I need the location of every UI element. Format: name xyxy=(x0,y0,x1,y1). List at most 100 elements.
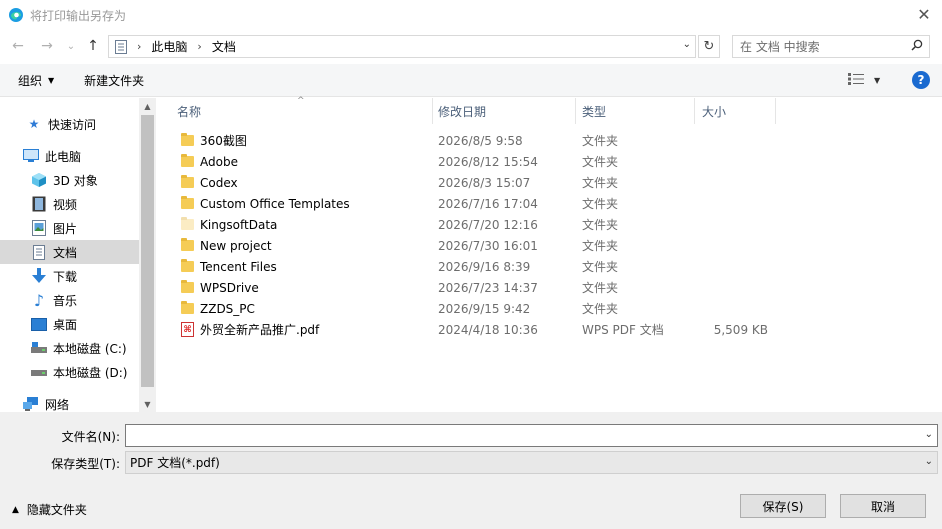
forward-button[interactable]: → xyxy=(38,36,56,56)
column-divider[interactable] xyxy=(432,98,433,124)
desktop-icon xyxy=(31,316,47,332)
sidebar-item-drive-d[interactable]: 本地磁盘 (D:) xyxy=(0,360,139,384)
file-row[interactable]: 360截图 2026/8/5 9:58 文件夹 xyxy=(157,130,942,151)
sidebar-item-videos[interactable]: 视频 xyxy=(0,192,139,216)
sidebar-item-label: 文档 xyxy=(53,245,78,260)
hide-folders-label: 隐藏文件夹 xyxy=(26,503,87,517)
column-divider[interactable] xyxy=(575,98,576,124)
sidebar-item-downloads[interactable]: 下载 xyxy=(0,264,139,288)
music-icon: ♪ xyxy=(33,290,45,310)
breadcrumb-separator-icon: › xyxy=(137,40,142,53)
column-divider[interactable] xyxy=(775,98,776,124)
sidebar-item-documents[interactable]: 文档 xyxy=(0,240,139,264)
file-name-cell: 360截图 xyxy=(181,130,247,151)
filetype-value: PDF 文档(*.pdf) xyxy=(130,456,220,470)
file-row[interactable]: WPSDrive 2026/7/23 14:37 文件夹 xyxy=(157,277,942,298)
computer-icon xyxy=(23,148,39,164)
filetype-select[interactable]: PDF 文档(*.pdf) ⌄ xyxy=(125,451,938,474)
sidebar-item-label: 此电脑 xyxy=(45,149,82,164)
sidebar-item-label: 网络 xyxy=(45,397,70,412)
scrollbar-thumb[interactable] xyxy=(141,115,154,387)
filename-combobox[interactable]: ⌄ xyxy=(125,424,938,447)
file-name-cell: Tencent Files xyxy=(181,256,277,277)
breadcrumb-this-pc[interactable]: 此电脑 xyxy=(151,38,187,55)
file-name: 360截图 xyxy=(200,134,247,148)
hide-folders-button[interactable]: ▲ 隐藏文件夹 xyxy=(12,501,87,518)
file-name: Tencent Files xyxy=(200,259,277,274)
scroll-down-icon[interactable]: ▼ xyxy=(139,396,156,412)
file-date: 2024/4/18 10:36 xyxy=(438,322,538,337)
column-divider[interactable] xyxy=(694,98,695,124)
command-toolbar: 组织 ▼ 新建文件夹 ▼ ? xyxy=(0,64,942,97)
file-row[interactable]: ZZDS_PC 2026/9/15 9:42 文件夹 xyxy=(157,298,942,319)
file-name: KingsoftData xyxy=(200,217,278,232)
sidebar-item-label: 本地磁盘 (C:) xyxy=(53,341,127,356)
file-row[interactable]: KingsoftData 2026/7/20 12:16 文件夹 xyxy=(157,214,942,235)
file-type: WPS PDF 文档 xyxy=(582,323,664,337)
caret-down-icon: ▼ xyxy=(48,75,55,85)
chevron-up-icon: ▲ xyxy=(12,504,19,515)
close-icon: ✕ xyxy=(917,4,931,24)
search-box[interactable]: 在 文档 中搜索 xyxy=(732,35,930,58)
close-button[interactable]: ✕ xyxy=(910,2,938,26)
change-view-button[interactable]: ▼ xyxy=(848,73,880,88)
sidebar-item-desktop[interactable]: 桌面 xyxy=(0,312,139,336)
file-row[interactable]: Custom Office Templates 2026/7/16 17:04 文件… xyxy=(157,193,942,214)
folder-icon xyxy=(181,259,194,272)
file-date: 2026/9/15 9:42 xyxy=(438,301,531,316)
file-row[interactable]: ⌘ 外贸全新产品推广.pdf 2024/4/18 10:36 WPS PDF 文档 5,… xyxy=(157,319,942,340)
breadcrumb-separator-icon: › xyxy=(197,40,202,53)
address-dropdown-icon[interactable]: ⌄ xyxy=(683,39,691,50)
scroll-up-icon[interactable]: ▲ xyxy=(139,98,156,114)
file-name-cell: ZZDS_PC xyxy=(181,298,255,319)
sidebar-item-this-pc[interactable]: 此电脑 xyxy=(0,144,139,168)
file-size xyxy=(677,172,768,193)
up-button[interactable]: ↑ xyxy=(84,36,102,56)
file-row[interactable]: Adobe 2026/8/12 15:54 文件夹 xyxy=(157,151,942,172)
folder-icon xyxy=(181,133,194,146)
refresh-button[interactable]: ↻ xyxy=(698,35,720,58)
help-button[interactable]: ? xyxy=(912,71,930,89)
folder-icon xyxy=(181,217,194,230)
sidebar-scrollbar[interactable]: ▲ ▼ xyxy=(139,98,156,412)
file-row[interactable]: New project 2026/7/30 16:01 文件夹 xyxy=(157,235,942,256)
file-row[interactable]: Codex 2026/8/3 15:07 文件夹 xyxy=(157,172,942,193)
breadcrumb-documents[interactable]: 文档 xyxy=(212,38,236,55)
column-header-size[interactable]: 大小 xyxy=(702,98,726,124)
column-header-name[interactable]: 名称 xyxy=(177,98,201,124)
cube-icon xyxy=(31,172,47,188)
caret-down-icon: ▼ xyxy=(874,76,881,85)
forward-arrow-icon: → xyxy=(41,38,53,54)
picture-icon xyxy=(31,220,47,236)
chevron-down-icon: ⌄ xyxy=(66,40,76,52)
file-size: 5,509 KB xyxy=(713,322,768,337)
pdf-file-icon: ⌘ xyxy=(181,322,194,337)
file-type: 文件夹 xyxy=(582,260,619,274)
column-header-type[interactable]: 类型 xyxy=(582,98,606,124)
sidebar-item-label: 图片 xyxy=(53,221,78,236)
file-size xyxy=(677,151,768,172)
organize-button[interactable]: 组织 ▼ xyxy=(18,72,54,89)
sidebar-item-label: 音乐 xyxy=(53,293,78,308)
edge-app-icon xyxy=(9,8,23,22)
cancel-button[interactable]: 取消 xyxy=(840,494,926,518)
column-header-date[interactable]: 修改日期 xyxy=(438,98,486,124)
filename-input[interactable] xyxy=(126,425,906,446)
save-button[interactable]: 保存(S) xyxy=(740,494,826,518)
new-folder-button[interactable]: 新建文件夹 xyxy=(84,72,144,89)
file-size xyxy=(677,298,768,319)
drive-c-icon xyxy=(31,340,47,356)
navigation-pane: ★ 快速访问 此电脑 3D 对象 视频 图片 文档 下载 ♪ 音乐 桌面 本地磁… xyxy=(0,98,156,412)
sidebar-item-drive-c[interactable]: 本地磁盘 (C:) xyxy=(0,336,139,360)
file-row[interactable]: Tencent Files 2026/9/16 8:39 文件夹 xyxy=(157,256,942,277)
star-icon: ★ xyxy=(28,117,40,131)
recent-locations-button[interactable]: ⌄ xyxy=(62,36,80,56)
back-button[interactable]: ← xyxy=(9,36,27,56)
address-bar[interactable]: › 此电脑 › 文档 ⌄ xyxy=(108,35,696,58)
sidebar-item-pictures[interactable]: 图片 xyxy=(0,216,139,240)
sidebar-item-quick-access[interactable]: ★ 快速访问 xyxy=(0,112,139,136)
sidebar-item-3d-objects[interactable]: 3D 对象 xyxy=(0,168,139,192)
sidebar-item-music[interactable]: ♪ 音乐 xyxy=(0,288,139,312)
chevron-down-icon[interactable]: ⌄ xyxy=(925,429,933,440)
search-input[interactable]: 在 文档 中搜索 xyxy=(740,38,820,55)
